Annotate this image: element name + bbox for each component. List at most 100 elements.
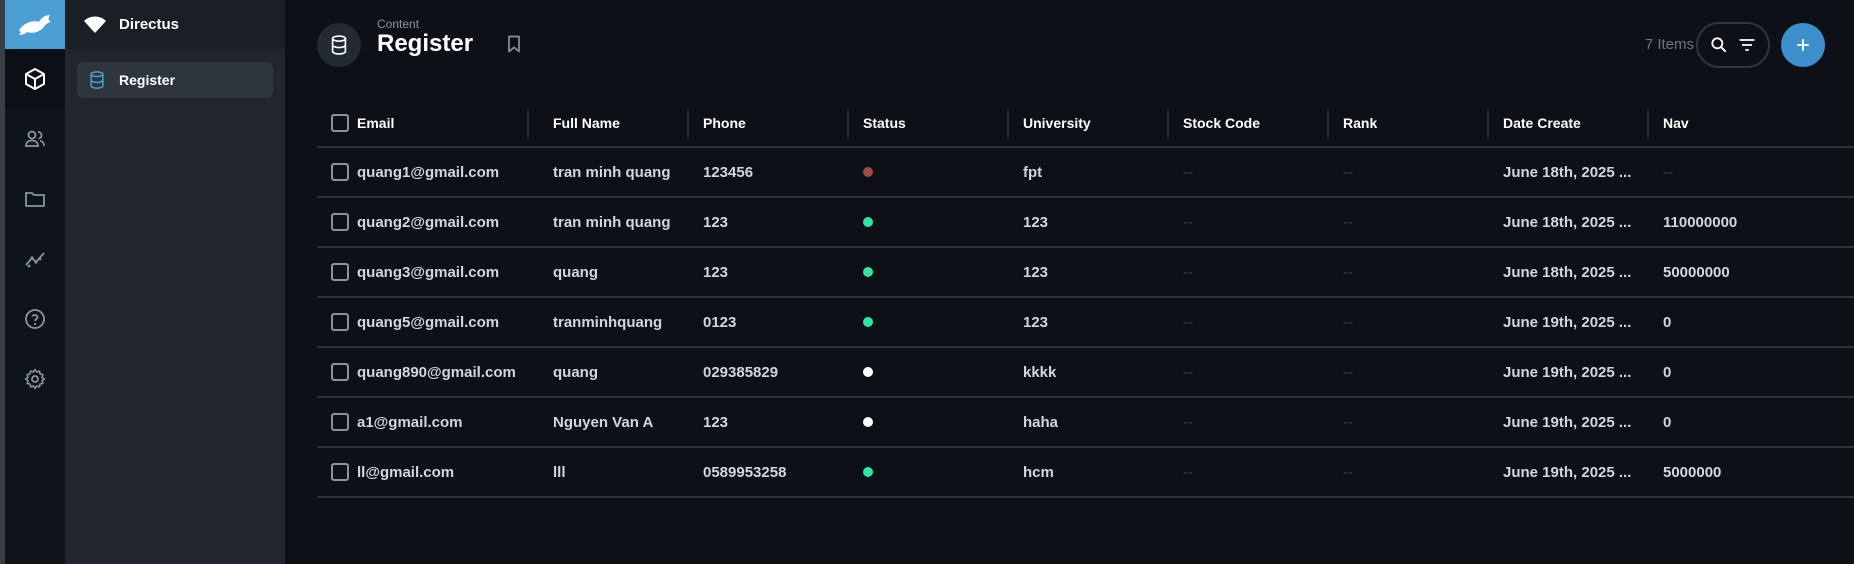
status-dot-icon: [863, 217, 873, 227]
status-dot-icon: [863, 167, 873, 177]
cell-phone: 123456: [703, 148, 753, 196]
project-name: Directus: [119, 16, 180, 33]
cell-university: 123: [1023, 298, 1048, 346]
cell-status: [863, 398, 873, 446]
cell-stock-code: --: [1183, 448, 1193, 496]
table-row[interactable]: a1@gmail.com Nguyen Van A 123 haha -- -- June …: [317, 398, 1854, 448]
files-module-icon[interactable]: [5, 169, 65, 229]
collection-database-icon: [317, 23, 361, 67]
cell-stock-code-text: --: [1183, 263, 1193, 281]
cell-nav: 0: [1663, 298, 1671, 346]
cell-university-text: 123: [1023, 263, 1049, 281]
item-count: 7 Items: [1644, 36, 1694, 53]
cell-phone-text: 123456: [703, 163, 754, 181]
cell-phone: 123: [703, 248, 728, 296]
project-header[interactable]: Directus: [65, 0, 285, 49]
row-checkbox[interactable]: [331, 263, 349, 281]
directus-logo-icon[interactable]: [5, 0, 65, 49]
cell-date-create-text: June 18th, 2025 ...: [1503, 163, 1632, 181]
cell-date-create-text: June 18th, 2025 ...: [1503, 213, 1632, 231]
status-dot-icon: [863, 367, 873, 377]
cell-university: 123: [1023, 248, 1048, 296]
cell-stock-code-text: --: [1183, 413, 1193, 431]
help-module-icon[interactable]: [5, 289, 65, 349]
table-row[interactable]: quang1@gmail.com tran minh quang 123456 fpt…: [317, 148, 1854, 198]
column-header-full-name[interactable]: Full Name: [553, 100, 620, 146]
table-row[interactable]: quang890@gmail.com quang 029385829 kkkk -- --…: [317, 348, 1854, 398]
cell-status: [863, 298, 873, 346]
cell-full-name: tranminhquang: [553, 298, 662, 346]
table-row[interactable]: quang5@gmail.com tranminhquang 0123 123 -- --…: [317, 298, 1854, 348]
cell-rank: --: [1343, 448, 1353, 496]
nav-item-label: Register: [119, 72, 176, 88]
cell-full-name-text: Nguyen Van A: [553, 413, 654, 431]
cell-phone-text: 0589953258: [703, 463, 787, 481]
cell-nav-text: 0: [1663, 313, 1672, 331]
cell-full-name: quang: [553, 348, 598, 396]
cell-date-create: June 19th, 2025 ...: [1503, 398, 1639, 446]
cell-email-text: quang5@gmail.com: [357, 313, 500, 331]
row-checkbox[interactable]: [331, 213, 349, 231]
cell-rank-text: --: [1343, 163, 1353, 181]
table-row[interactable]: ll@gmail.com lll 0589953258 hcm -- -- June 19t…: [317, 448, 1854, 498]
cell-stock-code: --: [1183, 298, 1193, 346]
cell-status: [863, 348, 873, 396]
row-checkbox[interactable]: [331, 363, 349, 381]
column-header-email[interactable]: Email: [357, 100, 394, 146]
cell-email: quang3@gmail.com: [357, 248, 499, 296]
cell-rank-text: --: [1343, 413, 1353, 431]
cell-stock-code-text: --: [1183, 163, 1193, 181]
row-checkbox[interactable]: [331, 463, 349, 481]
wifi-icon: [84, 16, 106, 33]
cell-full-name-text: quang: [553, 363, 598, 381]
cell-rank-text: --: [1343, 313, 1353, 331]
cell-nav-text: 50000000: [1663, 263, 1730, 281]
filter-icon[interactable]: [1737, 35, 1757, 55]
cell-date-create: June 18th, 2025 ...: [1503, 198, 1639, 246]
column-header-stock-code[interactable]: Stock Code: [1183, 100, 1260, 146]
module-bar: [5, 0, 65, 564]
breadcrumb[interactable]: Content: [377, 17, 419, 31]
row-checkbox[interactable]: [331, 313, 349, 331]
plus-icon: [1797, 39, 1809, 51]
cell-university: fpt: [1023, 148, 1042, 196]
create-item-button[interactable]: [1781, 23, 1825, 67]
cell-university: 123: [1023, 198, 1048, 246]
cell-date-create-text: June 19th, 2025 ...: [1503, 463, 1632, 481]
column-header-nav[interactable]: Nav: [1663, 100, 1689, 146]
row-checkbox[interactable]: [331, 413, 349, 431]
cell-rank-text: --: [1343, 363, 1353, 381]
table-row[interactable]: quang2@gmail.com tran minh quang 123 123 -- -…: [317, 198, 1854, 248]
row-checkbox[interactable]: [331, 163, 349, 181]
cell-full-name: quang: [553, 248, 598, 296]
column-header-phone[interactable]: Phone: [703, 100, 746, 146]
search-filter-button[interactable]: [1696, 22, 1770, 68]
column-header-date-create[interactable]: Date Create: [1503, 100, 1581, 146]
cell-date-create: June 19th, 2025 ...: [1503, 348, 1639, 396]
cell-rank: --: [1343, 398, 1353, 446]
cell-status: [863, 198, 873, 246]
cell-university-text: haha: [1023, 413, 1059, 431]
content-navigation: Directus Register: [65, 0, 285, 564]
cell-nav: 50000000: [1663, 248, 1730, 296]
column-header-university[interactable]: University: [1023, 100, 1091, 146]
cell-phone: 029385829: [703, 348, 778, 396]
select-all-checkbox[interactable]: [331, 114, 349, 132]
column-header-rank[interactable]: Rank: [1343, 100, 1377, 146]
cell-email: a1@gmail.com: [357, 398, 463, 446]
cell-full-name-text: tranminhquang: [553, 313, 663, 331]
cell-full-name-text: tran minh quang: [553, 163, 671, 181]
insights-module-icon[interactable]: [5, 229, 65, 289]
nav-item-register[interactable]: Register: [77, 62, 273, 98]
settings-module-icon[interactable]: [5, 349, 65, 409]
cell-nav: 110000000: [1663, 198, 1737, 246]
table-row[interactable]: quang3@gmail.com quang 123 123 -- -- June 18th…: [317, 248, 1854, 298]
cell-status: [863, 448, 873, 496]
column-header-status[interactable]: Status: [863, 100, 906, 146]
users-module-icon[interactable]: [5, 109, 65, 169]
content-module-icon[interactable]: [5, 49, 65, 109]
cell-status: [863, 148, 873, 196]
search-icon[interactable]: [1709, 35, 1729, 55]
cell-university-text: kkkk: [1023, 363, 1057, 381]
bookmark-icon[interactable]: [503, 33, 525, 55]
